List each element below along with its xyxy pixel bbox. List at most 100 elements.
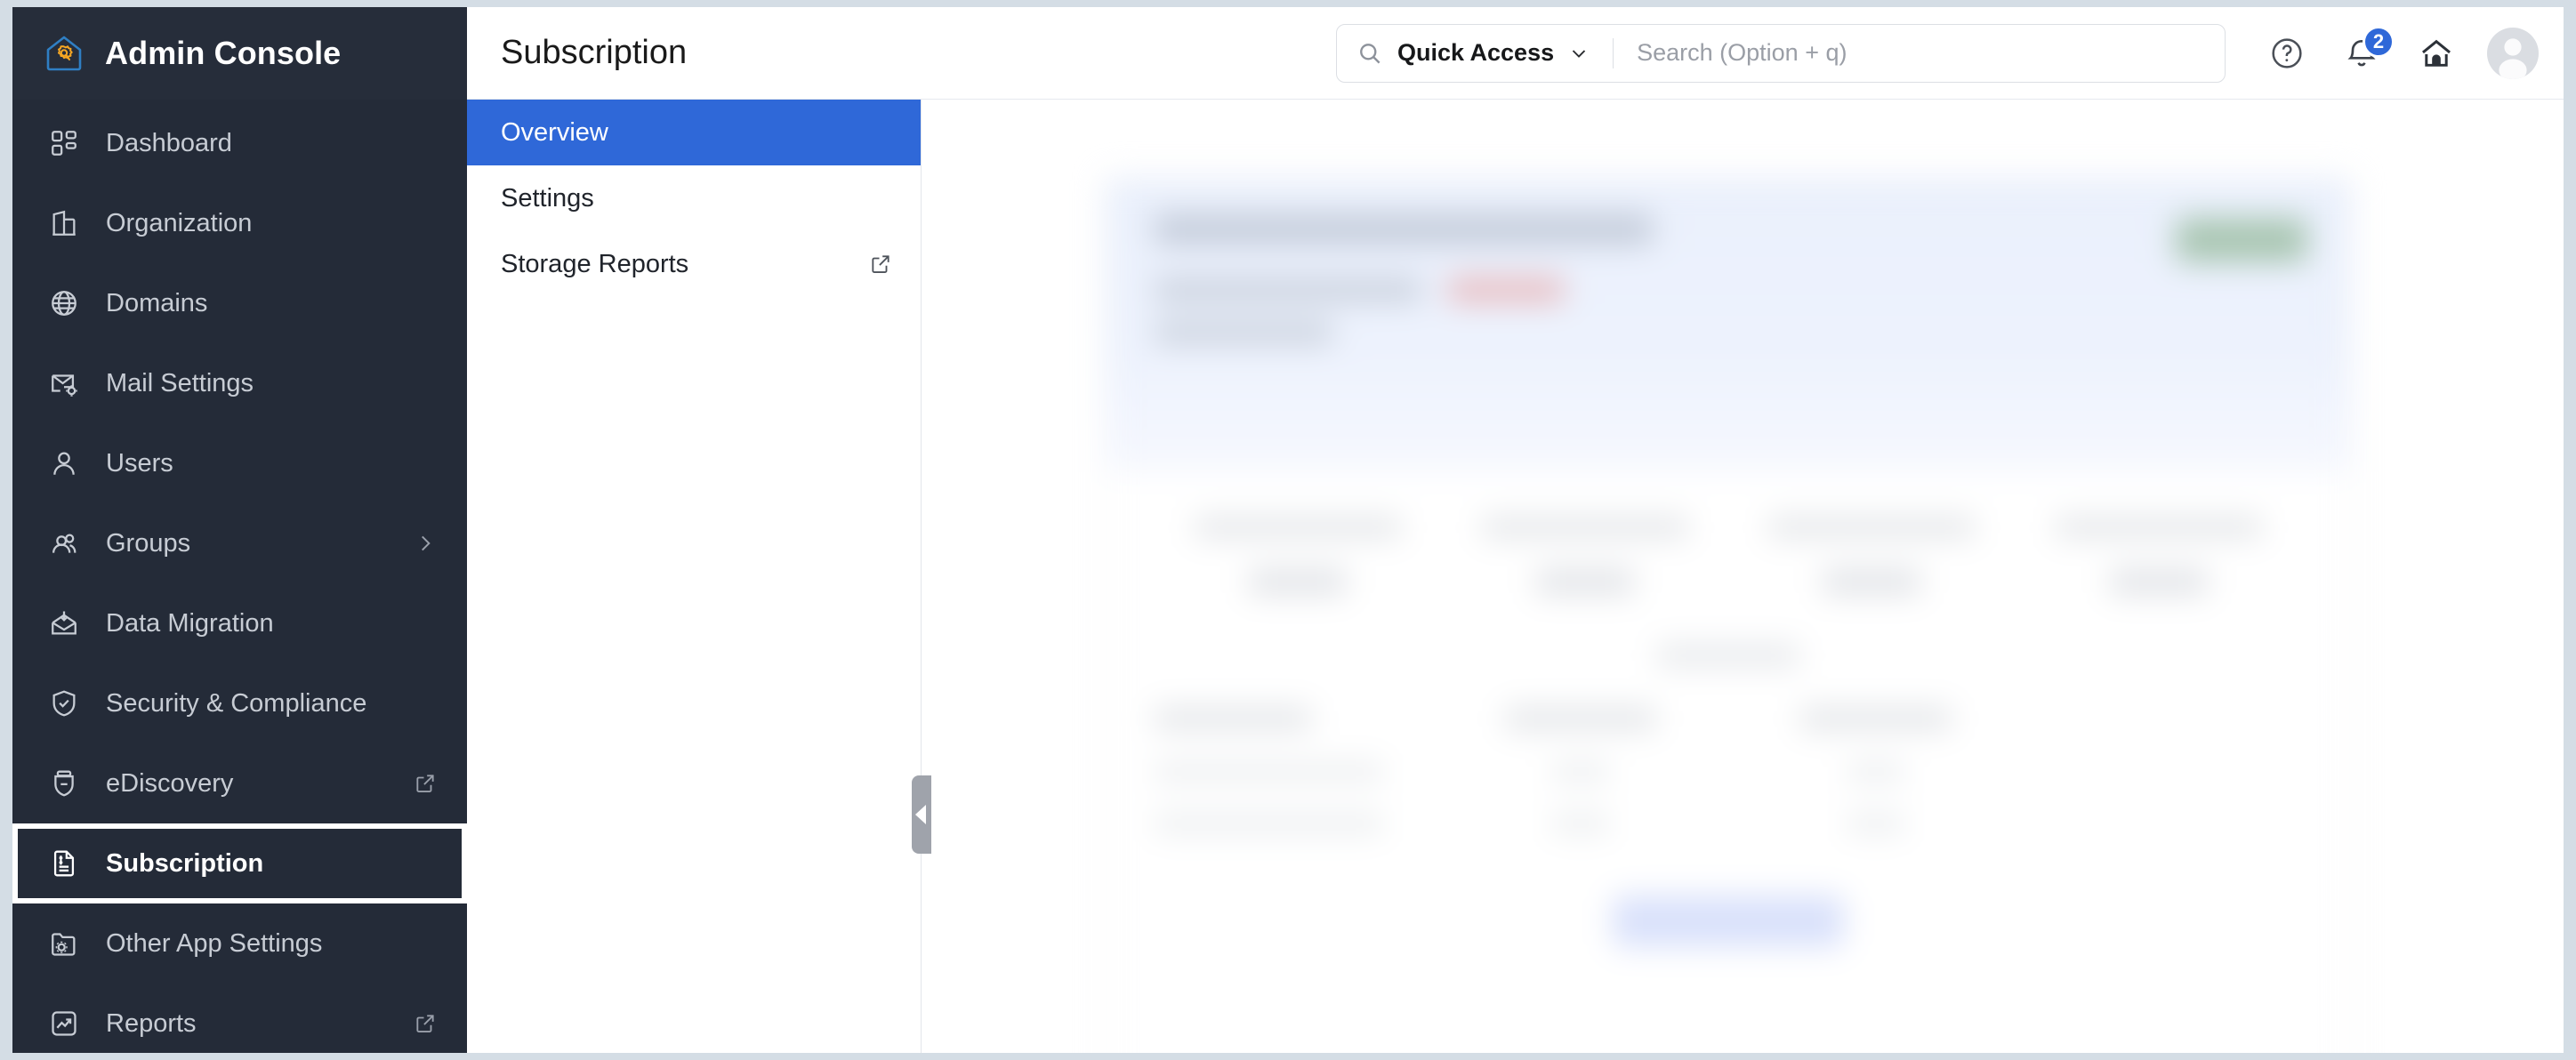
sidebar-item-subscription[interactable]: Subscription [12, 823, 467, 903]
sidebar-item-label: Mail Settings [106, 368, 254, 398]
avatar[interactable] [2487, 27, 2539, 79]
sidebar-item-domains[interactable]: Domains [12, 263, 467, 343]
stat-value-placeholder [1535, 568, 1634, 595]
sidebar-item-data-migration[interactable]: Data Migration [12, 583, 467, 663]
chart-trend-icon [46, 1006, 82, 1041]
sidebar-item-organization[interactable]: Organization [12, 183, 467, 263]
search-icon [1356, 40, 1383, 67]
status-badge [2176, 218, 2307, 262]
subnav-item-storage-reports[interactable]: Storage Reports [467, 231, 921, 297]
plan-banner [1107, 179, 2350, 472]
home-icon [2418, 35, 2455, 72]
chevron-down-icon [1568, 43, 1590, 64]
stat-value-placeholder [1249, 568, 1348, 595]
notification-badge: 2 [2363, 25, 2395, 58]
sidebar-item-label: Users [106, 448, 173, 478]
subnav-collapse-handle[interactable] [912, 775, 931, 854]
stat-value-placeholder [2109, 568, 2208, 595]
help-button[interactable] [2263, 29, 2311, 77]
external-link-icon [867, 251, 894, 277]
detail-column [1155, 707, 1415, 833]
stat-label-placeholder [2055, 517, 2262, 538]
plan-renewal-placeholder [1155, 321, 1332, 344]
notifications-button[interactable]: 2 [2338, 25, 2395, 77]
sidebar-item-label: Subscription [106, 848, 264, 878]
main-column: Subscription Quick Access Search (Option… [467, 7, 2564, 1053]
globe-icon [46, 285, 82, 321]
stat-cell [2016, 517, 2303, 595]
subnav-item-label: Overview [501, 117, 608, 147]
ediscovery-shield-icon [46, 766, 82, 801]
search-divider [1613, 37, 1614, 68]
column-row-placeholder [1155, 814, 1384, 833]
sidebar-nav: Dashboard Organization Domains Mail Sett… [12, 100, 467, 1053]
section-heading-placeholder [1657, 645, 1799, 666]
sidebar-item-label: Other App Settings [106, 928, 323, 958]
user-icon [46, 446, 82, 481]
plan-title-placeholder [1155, 214, 1653, 245]
subnav-item-overview[interactable]: Overview [467, 100, 921, 165]
folder-gear-icon [46, 926, 82, 961]
subscription-subnav: Overview Settings Storage Reports [467, 100, 922, 1053]
primary-cta-button[interactable] [1613, 895, 1844, 947]
external-link-icon [410, 1008, 440, 1039]
subnav-item-label: Settings [501, 183, 594, 213]
stat-value-placeholder [1823, 568, 1921, 595]
detail-columns [1107, 666, 2350, 833]
primary-sidebar: Admin Console Dashboard Organization Dom… [12, 7, 467, 1053]
quick-access-label: Quick Access [1397, 39, 1555, 66]
envelope-gear-icon [46, 365, 82, 401]
chevron-left-icon [915, 805, 926, 824]
sidebar-item-label: Reports [106, 1008, 197, 1038]
sidebar-item-reports[interactable]: Reports [12, 984, 467, 1053]
sidebar-item-groups[interactable]: Groups [12, 503, 467, 583]
grid-dashboard-icon [46, 125, 82, 161]
body-area: Overview Settings Storage Reports [467, 100, 2564, 1053]
sidebar-item-other-app-settings[interactable]: Other App Settings [12, 903, 467, 984]
sidebar-item-security-compliance[interactable]: Security & Compliance [12, 663, 467, 743]
column-row-placeholder [1551, 814, 1609, 833]
detail-column [1746, 707, 2007, 833]
shield-check-icon [46, 686, 82, 721]
column-row-placeholder [1847, 762, 1905, 782]
sidebar-item-label: Organization [106, 208, 253, 237]
column-row-placeholder [1551, 762, 1609, 782]
column-header-placeholder [1800, 707, 1952, 730]
global-search-bar[interactable]: Quick Access [1336, 23, 2226, 83]
stat-label-placeholder [1195, 517, 1402, 538]
house-gear-icon [43, 32, 85, 75]
topbar-actions: 2 [2240, 25, 2539, 79]
users-group-icon [46, 526, 82, 561]
subnav-item-label: Storage Reports [501, 249, 689, 278]
quick-access-dropdown[interactable]: Quick Access [1356, 39, 1590, 67]
building-icon [46, 205, 82, 241]
envelope-download-icon [46, 606, 82, 641]
stat-cell [1442, 517, 1729, 595]
sidebar-item-ediscovery[interactable]: eDiscovery [12, 743, 467, 823]
top-bar: Subscription Quick Access Search (Option… [467, 7, 2564, 100]
sidebar-item-mail-settings[interactable]: Mail Settings [12, 343, 467, 423]
sidebar-item-dashboard[interactable]: Dashboard [12, 103, 467, 183]
sidebar-item-label: Dashboard [106, 128, 232, 157]
sidebar-item-label: Security & Compliance [106, 688, 367, 718]
column-header-placeholder [1504, 707, 1656, 730]
home-button[interactable] [2412, 29, 2460, 77]
column-row-placeholder [1847, 814, 1905, 833]
external-link-icon [410, 768, 440, 799]
column-header-placeholder [1155, 707, 1311, 730]
page-title: Subscription [501, 34, 688, 71]
stat-cell [1728, 517, 2016, 595]
column-row-placeholder [1155, 762, 1384, 782]
brand-header: Admin Console [12, 7, 467, 100]
subnav-item-settings[interactable]: Settings [467, 165, 921, 231]
brand-label: Admin Console [105, 35, 342, 71]
stat-label-placeholder [1481, 517, 1688, 538]
avatar-icon [2487, 28, 2539, 79]
invoice-dollar-icon [46, 846, 82, 881]
question-circle-icon [2269, 36, 2305, 71]
search-input[interactable] [1637, 39, 2205, 67]
chevron-right-icon [410, 528, 440, 558]
detail-column [1451, 707, 1711, 833]
sidebar-item-users[interactable]: Users [12, 423, 467, 503]
stat-cell [1155, 517, 1442, 595]
